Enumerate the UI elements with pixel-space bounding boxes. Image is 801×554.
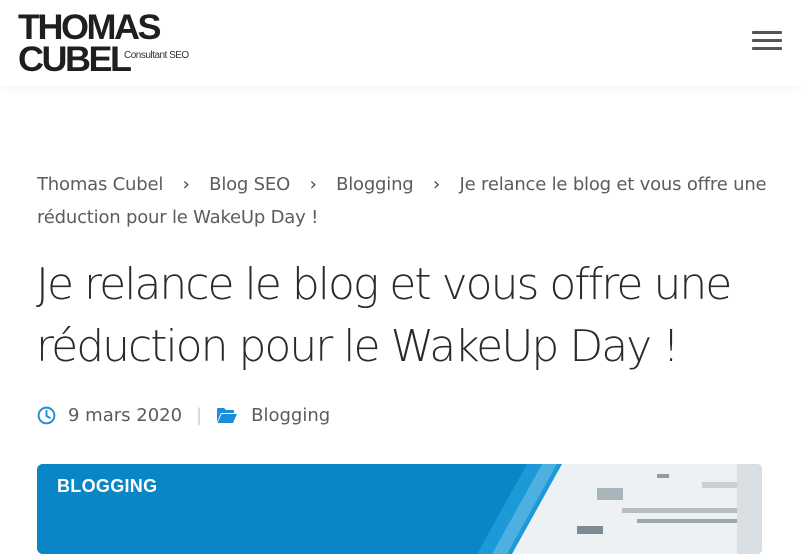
breadcrumb: Thomas Cubel › Blog SEO › Blogging › Je relanc… [37,168,767,234]
breadcrumb-separator-icon: › [182,174,190,195]
hamburger-menu-icon[interactable] [752,30,782,52]
clock-icon [37,406,56,424]
site-header: THOMAS CUBEL Consultant SEO [0,0,801,86]
breadcrumb-item-blog-seo[interactable]: Blog SEO [209,174,290,195]
meta-divider: | [196,404,203,426]
featured-category-badge: BLOGGING [57,476,158,496]
breadcrumb-item-home[interactable]: Thomas Cubel [37,174,163,195]
post-category-link[interactable]: Blogging [251,405,330,426]
breadcrumb-separator-icon: › [433,174,441,195]
logo-tagline: Consultant SEO [124,50,189,61]
page-title: Je relance le blog et vous offre une réd… [36,259,732,372]
featured-image[interactable]: BLOGGING [37,464,762,554]
breadcrumb-separator-icon: › [309,174,317,195]
site-logo[interactable]: THOMAS CUBEL Consultant SEO [18,9,208,79]
breadcrumb-item-blogging[interactable]: Blogging [336,174,414,195]
logo-line2: CUBEL [18,38,132,79]
post-meta: 9 mars 2020 | Blogging [37,401,330,429]
folder-open-icon [217,407,238,423]
post-date: 9 mars 2020 [68,404,183,426]
